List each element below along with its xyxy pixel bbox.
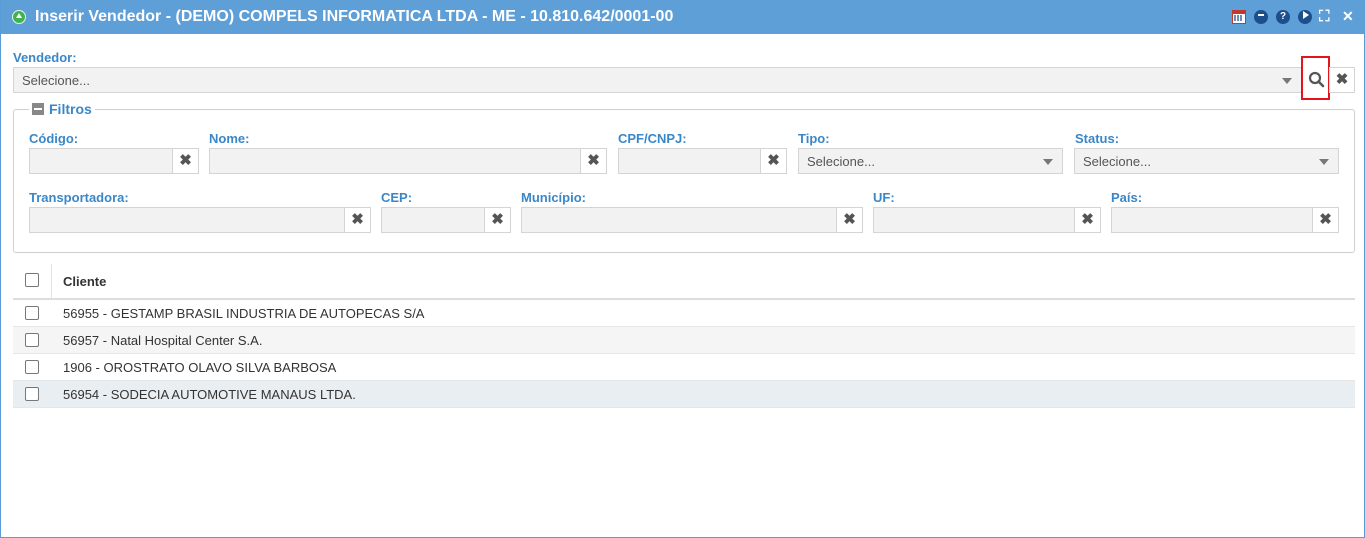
cliente-cell: 1906 - OROSTRATO OLAVO SILVA BARBOSA: [63, 360, 337, 375]
table-row[interactable]: 56955 - GESTAMP BRASIL INDUSTRIA DE AUTO…: [13, 300, 1355, 327]
cliente-cell: 56955 - GESTAMP BRASIL INDUSTRIA DE AUTO…: [63, 306, 425, 321]
tipo-label: Tipo:: [798, 131, 830, 146]
grid-header: Cliente: [13, 264, 1355, 300]
tipo-select[interactable]: Selecione...: [798, 148, 1063, 174]
clear-uf-button[interactable]: ✖: [1075, 207, 1101, 233]
search-icon: [1308, 71, 1325, 88]
cpf-cnpj-label: CPF/CNPJ:: [618, 131, 687, 146]
collapse-minus-icon[interactable]: [32, 103, 44, 115]
filters-legend-label: Filtros: [49, 101, 92, 117]
table-row[interactable]: 56954 - SODECIA AUTOMOTIVE MANAUS LTDA.: [13, 381, 1355, 408]
collapse-icon[interactable]: ⛶: [1319, 8, 1333, 25]
calendar-icon[interactable]: [1232, 10, 1246, 24]
clear-codigo-button[interactable]: ✖: [173, 148, 199, 174]
row-checkbox[interactable]: [25, 333, 39, 347]
clear-cep-button[interactable]: ✖: [485, 207, 511, 233]
cep-label: CEP:: [381, 190, 413, 205]
search-button[interactable]: [1301, 56, 1330, 100]
vendedor-label: Vendedor:: [13, 50, 77, 65]
title-bar: Inserir Vendedor - (DEMO) COMPELS INFORM…: [1, 0, 1365, 34]
clear-pais-button[interactable]: ✖: [1313, 207, 1339, 233]
table-row[interactable]: 1906 - OROSTRATO OLAVO SILVA BARBOSA: [13, 354, 1355, 381]
vendedor-placeholder: Selecione...: [22, 73, 90, 88]
chevron-down-icon[interactable]: [1043, 159, 1053, 165]
status-placeholder: Selecione...: [1083, 154, 1151, 169]
status-label: Status:: [1075, 131, 1120, 146]
select-all-checkbox[interactable]: [25, 273, 39, 287]
minimize-icon[interactable]: [1254, 10, 1268, 24]
cpf-cnpj-input[interactable]: [618, 148, 761, 174]
row-checkbox[interactable]: [25, 360, 39, 374]
arrow-up-icon: [12, 10, 26, 24]
clear-cpf-cnpj-button[interactable]: ✖: [761, 148, 787, 174]
tipo-placeholder: Selecione...: [807, 154, 875, 169]
status-select[interactable]: Selecione...: [1074, 148, 1339, 174]
dialog-window: Inserir Vendedor - (DEMO) COMPELS INFORM…: [0, 0, 1365, 538]
municipio-label: Município:: [521, 190, 586, 205]
cliente-cell: 56954 - SODECIA AUTOMOTIVE MANAUS LTDA.: [63, 387, 356, 402]
transportadora-input[interactable]: [29, 207, 345, 233]
municipio-input[interactable]: [521, 207, 837, 233]
clear-nome-button[interactable]: ✖: [581, 148, 607, 174]
row-checkbox[interactable]: [25, 387, 39, 401]
cep-input[interactable]: [381, 207, 485, 233]
row-checkbox[interactable]: [25, 306, 39, 320]
vendedor-select[interactable]: Selecione...: [13, 67, 1302, 93]
cliente-cell: 56957 - Natal Hospital Center S.A.: [63, 333, 263, 348]
dialog-title: Inserir Vendedor - (DEMO) COMPELS INFORM…: [35, 8, 674, 25]
nome-input[interactable]: [209, 148, 581, 174]
pais-input[interactable]: [1111, 207, 1313, 233]
cliente-column-header[interactable]: Cliente: [63, 274, 106, 289]
codigo-input[interactable]: [29, 148, 173, 174]
pais-label: País:: [1111, 190, 1143, 205]
column-divider: [51, 264, 52, 298]
clear-vendedor-button[interactable]: ✖: [1329, 67, 1355, 93]
uf-input[interactable]: [873, 207, 1075, 233]
help-icon[interactable]: ?: [1276, 10, 1290, 24]
clear-transportadora-button[interactable]: ✖: [345, 207, 371, 233]
codigo-label: Código:: [29, 131, 79, 146]
play-icon[interactable]: [1298, 10, 1312, 24]
transportadora-label: Transportadora:: [29, 190, 129, 205]
uf-label: UF:: [873, 190, 895, 205]
close-icon[interactable]: ✕: [1342, 8, 1356, 24]
chevron-down-icon[interactable]: [1319, 159, 1329, 165]
nome-label: Nome:: [209, 131, 250, 146]
filters-legend[interactable]: Filtros: [29, 101, 95, 117]
clear-municipio-button[interactable]: ✖: [837, 207, 863, 233]
table-row[interactable]: 56957 - Natal Hospital Center S.A.: [13, 327, 1355, 354]
chevron-down-icon[interactable]: [1282, 78, 1292, 84]
